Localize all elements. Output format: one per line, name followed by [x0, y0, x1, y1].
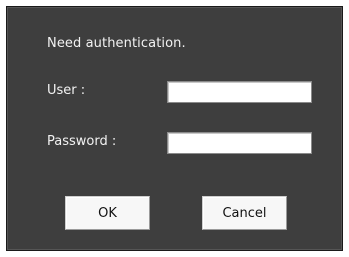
dialog-message: Need authentication. — [47, 36, 186, 51]
cancel-button[interactable]: Cancel — [202, 196, 287, 230]
user-label: User : — [47, 83, 86, 98]
auth-dialog: Need authentication. User : Password : O… — [6, 6, 343, 251]
password-input[interactable] — [167, 132, 312, 154]
password-label: Password : — [47, 134, 117, 149]
user-input[interactable] — [167, 81, 312, 103]
ok-button[interactable]: OK — [65, 196, 150, 230]
